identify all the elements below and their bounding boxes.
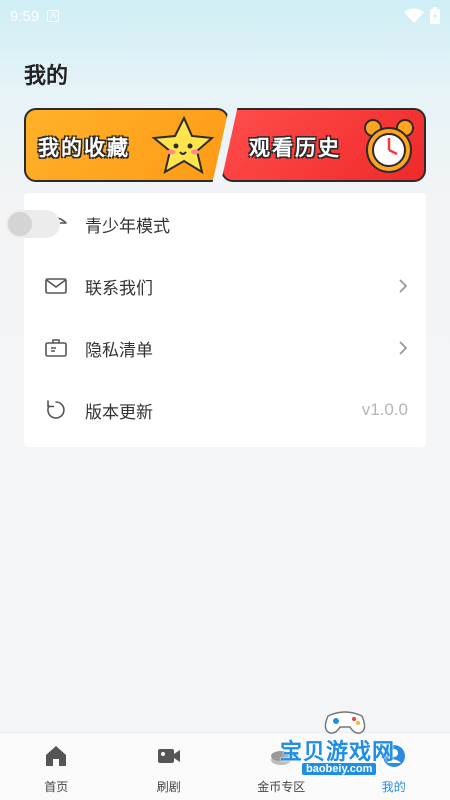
- wifi-icon: [404, 8, 424, 23]
- alarm-clock-icon: [364, 119, 414, 173]
- battery-icon: [430, 7, 440, 24]
- chevron-right-icon: [399, 279, 408, 293]
- favorites-label: 我的收藏: [38, 136, 130, 160]
- menu-item-teen-mode[interactable]: 青少年模式: [6, 193, 426, 255]
- version-value: v1.0.0: [361, 400, 408, 419]
- history-card[interactable]: 观看历史: [221, 108, 426, 182]
- menu-label: 青少年模式: [85, 216, 170, 237]
- menu-item-version[interactable]: 版本更新 v1.0.0: [24, 379, 426, 441]
- menu-label: 隐私清单: [85, 340, 153, 361]
- menu-item-contact[interactable]: 联系我们: [24, 255, 426, 317]
- toggle-knob: [8, 212, 32, 236]
- status-icons: [404, 7, 440, 24]
- tab-label: 首页: [44, 780, 69, 794]
- star-mascot-icon: [151, 116, 215, 175]
- settings-menu: 青少年模式 联系我们 隐私清单 版本更新 v1.0.0: [6, 193, 426, 447]
- watermark: 宝贝游戏网 baobeiy.com: [268, 706, 448, 782]
- notification-a-icon: A: [47, 10, 60, 22]
- menu-item-privacy[interactable]: 隐私清单: [24, 317, 426, 379]
- tab-home[interactable]: 首页: [0, 733, 113, 800]
- history-label: 观看历史: [249, 136, 341, 160]
- watermark-url: baobeiy.com: [302, 763, 377, 775]
- tab-label: 刷剧: [156, 780, 181, 794]
- teen-mode-toggle[interactable]: [6, 210, 60, 238]
- home-icon: [46, 746, 67, 766]
- menu-label: 版本更新: [85, 402, 153, 423]
- menu-label: 联系我们: [85, 278, 153, 299]
- gamepad-icon: [324, 711, 366, 734]
- chevron-right-icon: [399, 341, 408, 355]
- watermark-text: 宝贝游戏网: [280, 740, 396, 765]
- status-bar: 9:59 A: [0, 0, 450, 32]
- video-icon: [157, 749, 180, 763]
- favorites-card[interactable]: 我的收藏: [24, 108, 229, 182]
- page-title: 我的: [24, 64, 69, 89]
- quick-cards: 我的收藏 观看历史: [24, 108, 426, 182]
- briefcase-icon: [45, 339, 67, 357]
- status-time: 9:59: [10, 7, 40, 25]
- tab-drama[interactable]: 刷剧: [113, 733, 226, 800]
- refresh-icon: [47, 400, 65, 419]
- mail-icon: [45, 278, 67, 294]
